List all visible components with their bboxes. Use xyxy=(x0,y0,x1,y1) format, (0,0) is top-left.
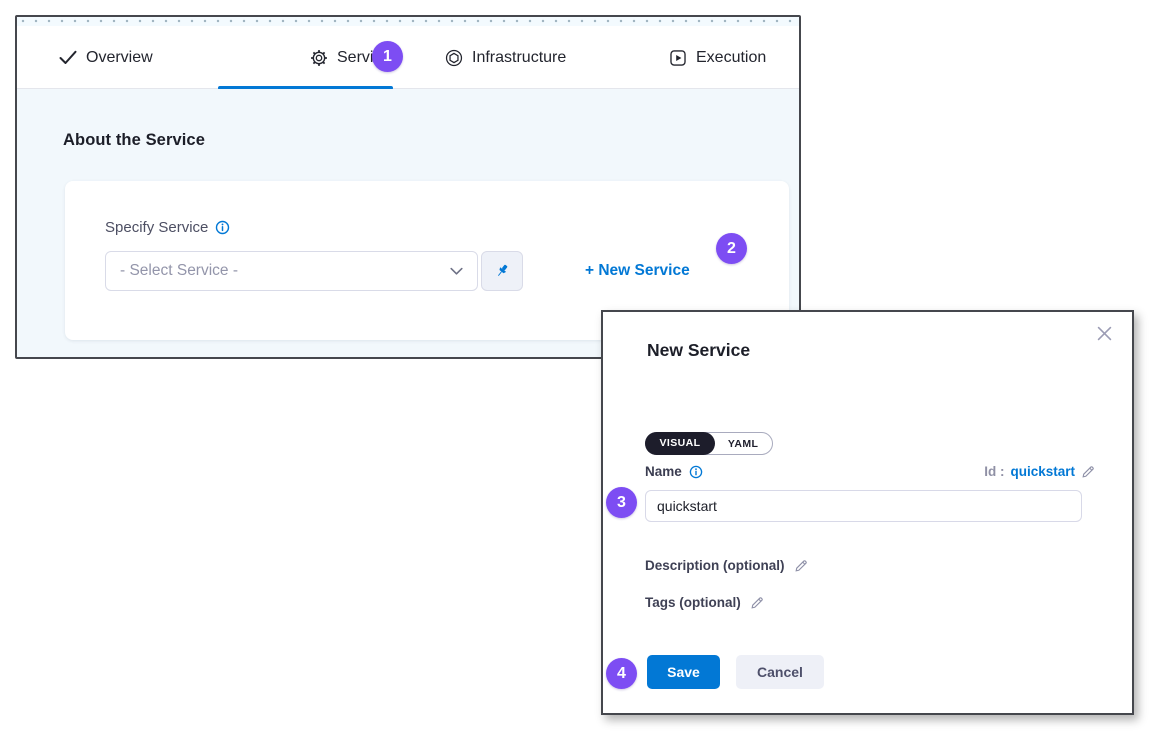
service-id: Id : quickstart xyxy=(984,464,1095,479)
id-value: quickstart xyxy=(1010,464,1075,479)
tab-infrastructure[interactable]: Infrastructure xyxy=(445,26,566,89)
modal-buttons: Save Cancel xyxy=(647,655,824,689)
tab-label: Overview xyxy=(86,49,153,67)
service-select-placeholder: - Select Service - xyxy=(120,262,238,280)
check-icon xyxy=(59,50,77,65)
save-button[interactable]: Save xyxy=(647,655,720,689)
new-service-modal: New Service VISUAL YAML Name Id : quicks… xyxy=(601,310,1134,715)
pipeline-stage-panel: Overview Service xyxy=(15,15,801,359)
info-icon[interactable] xyxy=(689,465,703,479)
cancel-button[interactable]: Cancel xyxy=(736,655,824,689)
annotation-step-1-badge: 1 xyxy=(372,41,403,72)
chevron-down-icon xyxy=(450,267,463,276)
specify-service-label-text: Specify Service xyxy=(105,219,208,236)
tab-overview[interactable]: Overview xyxy=(59,26,153,89)
description-label: Description (optional) xyxy=(645,558,785,573)
close-icon xyxy=(1096,325,1113,342)
tab-execution[interactable]: Execution xyxy=(669,26,766,89)
name-id-row: Name Id : quickstart xyxy=(645,464,1095,479)
description-row[interactable]: Description (optional) xyxy=(645,558,808,573)
tags-label: Tags (optional) xyxy=(645,595,741,610)
specify-service-label: Specify Service xyxy=(105,219,230,236)
canvas-dot-grid xyxy=(17,17,799,26)
gear-icon xyxy=(310,49,328,67)
id-label: Id : xyxy=(984,464,1004,479)
modal-title: New Service xyxy=(647,340,750,361)
annotation-step-2-badge: 2 xyxy=(716,233,747,264)
edit-icon[interactable] xyxy=(1081,465,1095,479)
name-input[interactable] xyxy=(645,490,1082,522)
tags-row[interactable]: Tags (optional) xyxy=(645,595,764,610)
info-icon[interactable] xyxy=(215,220,230,235)
name-label-text: Name xyxy=(645,464,682,479)
stage-tab-bar: Overview Service xyxy=(17,26,799,89)
edit-icon[interactable] xyxy=(794,559,808,573)
tab-label: Execution xyxy=(696,49,766,67)
annotation-step-4-badge: 4 xyxy=(606,658,637,689)
pin-icon xyxy=(494,263,510,279)
name-label: Name xyxy=(645,464,703,479)
page: Overview Service xyxy=(0,0,1170,755)
annotation-step-3-badge: 3 xyxy=(606,487,637,518)
visual-yaml-toggle: VISUAL YAML xyxy=(645,432,773,455)
tab-label: Infrastructure xyxy=(472,49,566,67)
toggle-visual[interactable]: VISUAL xyxy=(645,432,716,455)
hexagon-icon xyxy=(445,49,463,67)
new-service-link[interactable]: + New Service xyxy=(585,251,690,291)
pin-service-button[interactable] xyxy=(481,251,523,291)
service-select-dropdown[interactable]: - Select Service - xyxy=(105,251,478,291)
play-icon xyxy=(669,49,687,67)
edit-icon[interactable] xyxy=(750,596,764,610)
toggle-yaml[interactable]: YAML xyxy=(714,434,772,454)
section-title: About the Service xyxy=(63,131,205,150)
close-button[interactable] xyxy=(1096,325,1113,342)
